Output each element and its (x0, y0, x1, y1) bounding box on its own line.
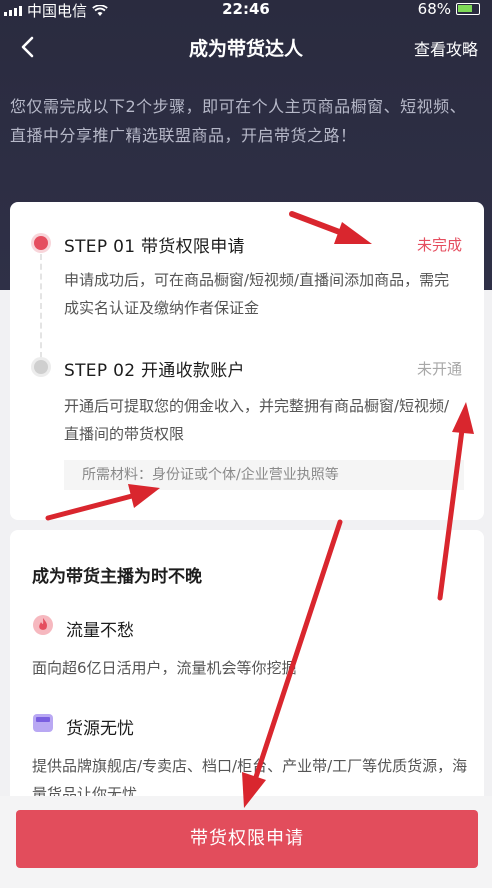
status-bar: 中国电信 22:46 68% (0, 0, 492, 22)
step-2-indicator (34, 360, 48, 374)
shop-bag-icon (33, 714, 53, 732)
step-1-description: 申请成功后，可在商品橱窗/短视频/直播间添加商品，需完成实名认证及缴纳作者保证金 (64, 271, 450, 317)
step-2-description: 开通后可提取您的佣金收入，并完整拥有商品橱窗/短视频/直播间的带货权限 (64, 397, 450, 443)
step-2-status: 未开通 (416, 360, 462, 378)
battery-info: 68% (418, 0, 480, 18)
flame-icon (33, 615, 53, 635)
benefit-supply-title: 货源无忧 (66, 719, 134, 739)
benefits-heading: 成为带货主播为时不晚 (32, 567, 202, 587)
apply-button[interactable]: 带货权限申请 (16, 810, 478, 868)
step-2-title[interactable]: STEP 02 开通收款账户 (64, 356, 245, 381)
required-materials: 所需材料：身份证或个体/企业营业执照等 (64, 460, 464, 490)
guide-link[interactable]: 查看攻略 (414, 36, 478, 60)
step-connector-line (40, 254, 42, 358)
benefit-traffic-title: 流量不愁 (66, 621, 134, 641)
benefits-card: 成为带货主播为时不晚 流量不愁 面向超6亿日活用户，流量机会等你挖掘 货源无忧 … (10, 530, 484, 820)
step-1-indicator (34, 236, 48, 250)
benefit-traffic-description: 面向超6亿日活用户，流量机会等你挖掘 (32, 659, 297, 677)
battery-icon (456, 3, 480, 15)
step-1-title[interactable]: STEP 01 带货权限申请 (64, 232, 245, 257)
step-1-status: 未完成 (416, 236, 462, 254)
battery-percent: 68% (417, 0, 451, 18)
navigation-bar: 成为带货达人 查看攻略 (0, 28, 492, 68)
steps-card: STEP 01 带货权限申请 未完成 申请成功后，可在商品橱窗/短视频/直播间添… (10, 202, 484, 520)
intro-text: 您仅需完成以下2个步骤，即可在个人主页商品橱窗、短视频、直播中分享推广精选联盟商… (10, 97, 467, 145)
